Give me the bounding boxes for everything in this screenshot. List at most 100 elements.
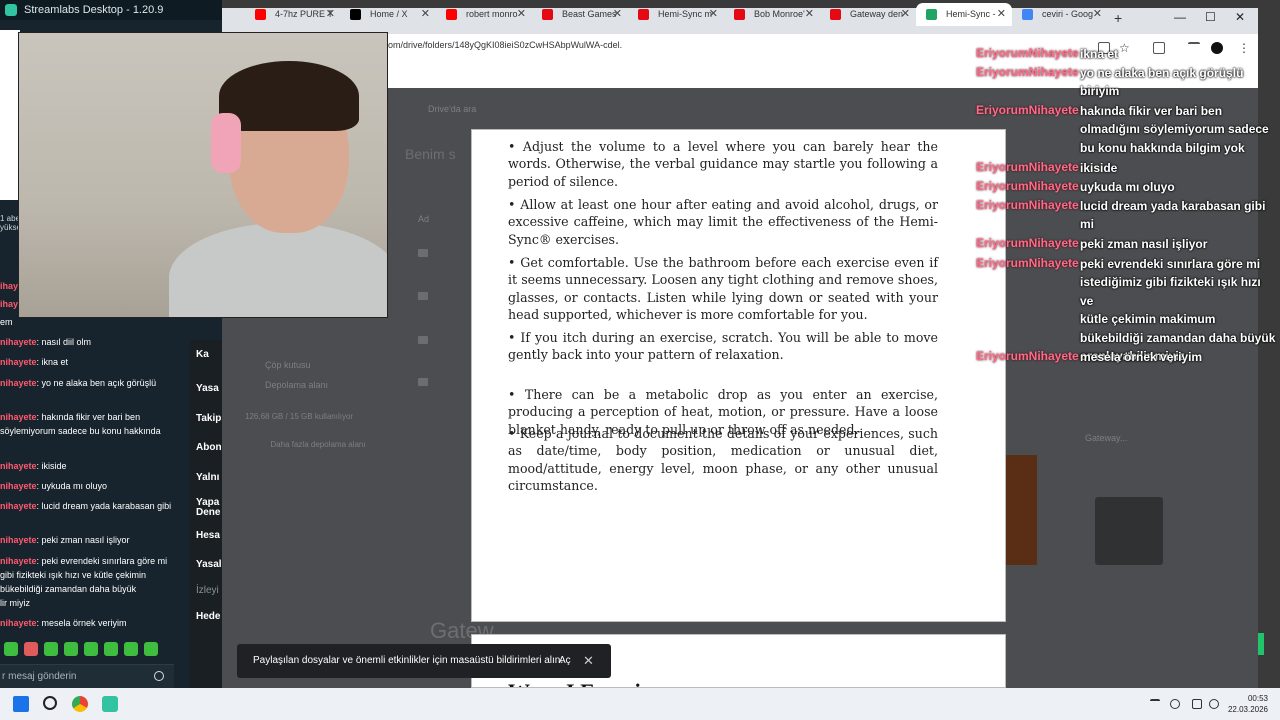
chat-username[interactable]: nihayete [0, 357, 37, 367]
overlay-chat-line: istediğimiz gibi fizikteki ışık hızı ve [1080, 275, 1261, 308]
pdf-page: • Adjust the volume to a level where you… [471, 129, 1006, 622]
tab-favicon-icon [638, 9, 649, 20]
browser-tab[interactable]: Hemi-Sync - ✕ [916, 3, 1012, 26]
start-icon[interactable] [13, 696, 29, 712]
streamlabs-sidebar-item[interactable]: Dene [196, 507, 220, 518]
tab-close-icon[interactable]: ✕ [517, 3, 526, 26]
chat-message: nihayete: nasıl diil olm [0, 335, 190, 349]
tab-label: robert monro [466, 9, 518, 19]
streamlabs-taskbar-icon[interactable] [102, 696, 118, 712]
chat-input-placeholder: r mesaj gönderin [2, 671, 77, 682]
display-icon[interactable] [1192, 699, 1202, 709]
file-thumbnail[interactable] [1095, 497, 1163, 565]
browser-tab[interactable]: 4-7hz PURE T ✕ [245, 3, 341, 26]
new-tab-icon[interactable]: + [1114, 10, 1122, 26]
overlay-chat-line: peki zman nasıl işliyor [1080, 236, 1208, 251]
tab-label: ceviri - Goog [1042, 9, 1094, 19]
streamlabs-sidebar-item[interactable]: Hesa [196, 530, 220, 541]
streamlabs-sidebar-item[interactable]: Ka [196, 349, 209, 360]
chat-username[interactable]: nihayete [0, 535, 37, 545]
tab-label: Gateway den [850, 9, 904, 19]
chat-message: gibi fizikteki ışık hızı ve kütle çekimi… [0, 568, 190, 582]
tab-close-icon[interactable]: ✕ [805, 3, 814, 26]
tab-favicon-icon [255, 9, 266, 20]
search-icon[interactable] [43, 696, 57, 710]
overlay-chat-username: EriyorumNihayete [976, 179, 1079, 193]
thumbnail-caption: Gateway... [1085, 433, 1128, 443]
webcam-person-shirt [169, 223, 387, 317]
address-bar[interactable]: om/drive/folders/148yQgKI08ieiS0zCwHSAbp… [388, 40, 622, 50]
overlay-chat-line: olmadığını söylemiyorum sadece [1080, 122, 1269, 136]
clock[interactable]: 00:53 22.03.2026 [1224, 693, 1268, 715]
chat-message-input[interactable]: r mesaj gönderin [0, 664, 174, 688]
chat-message: lir miyiz [0, 596, 190, 610]
close-icon[interactable]: ✕ [1235, 10, 1245, 24]
emote-icon[interactable] [44, 642, 58, 656]
folder-icon [418, 378, 428, 386]
tab-close-icon[interactable]: ✕ [613, 3, 622, 26]
emote-icon[interactable] [104, 642, 118, 656]
chat-username[interactable]: nihayete [0, 412, 37, 422]
chat-username[interactable]: nihayete [0, 501, 37, 511]
tab-close-icon[interactable]: ✕ [997, 3, 1006, 26]
overlay-chat-line: lucid dream yada karabasan gibi [1080, 198, 1266, 213]
emote-icon[interactable] [24, 642, 38, 656]
minimize-icon[interactable]: — [1174, 10, 1186, 24]
browser-tab[interactable]: Beast Games ✕ [532, 3, 628, 26]
emote-icon[interactable] [84, 642, 98, 656]
streamlabs-sidebar-item[interactable]: Yalnı [196, 472, 219, 483]
tab-close-icon[interactable]: ✕ [901, 3, 910, 26]
chat-message: nihayete: lucid dream yada karabasan gib… [0, 499, 190, 513]
browser-tab[interactable]: robert monro ✕ [436, 3, 532, 26]
streamlabs-sidebar-item[interactable]: Yasal [196, 559, 222, 570]
toast-close-icon[interactable]: ✕ [583, 644, 594, 678]
browser-tab[interactable]: Home / X ✕ [340, 3, 436, 26]
chat-username[interactable]: nihayete [0, 618, 37, 628]
volume-icon[interactable] [1209, 699, 1219, 709]
emote-icon[interactable] [64, 642, 78, 656]
drive-storage-button[interactable]: Daha fazla depolama alanı [268, 440, 368, 449]
browser-tab[interactable]: Bob Monroe' ✕ [724, 3, 820, 26]
taskbar: 00:53 22.03.2026 [0, 688, 1280, 720]
chat-message: bükebildiği zamandan daha büyük [0, 582, 190, 596]
folder-icon [418, 336, 428, 344]
maximize-icon[interactable]: ☐ [1205, 10, 1216, 24]
tab-close-icon[interactable]: ✕ [326, 3, 335, 26]
streamlabs-sidebar-item[interactable]: Takip [196, 413, 221, 424]
streamlabs-sidebar-item[interactable]: Yasa [196, 383, 219, 394]
tab-close-icon[interactable]: ✕ [1093, 3, 1102, 26]
tab-close-icon[interactable]: ✕ [709, 3, 718, 26]
tab-close-icon[interactable]: ✕ [421, 3, 430, 26]
toast-open-button[interactable]: Aç [559, 644, 571, 678]
chat-username[interactable]: nihayete [0, 337, 37, 347]
drive-search[interactable]: Drive'da ara [428, 104, 476, 114]
drive-side-item[interactable]: Depolama alanı [265, 380, 328, 390]
chrome-icon[interactable] [72, 696, 88, 712]
streamlabs-title: Streamlabs Desktop - 1.20.9 [24, 4, 164, 16]
overlay-chat-message: ikna et [1080, 45, 1276, 64]
emoji-icon[interactable] [154, 671, 164, 681]
chat-message: nihayete: uykuda mı oluyo [0, 479, 190, 493]
emote-icon[interactable] [124, 642, 138, 656]
overlay-chat-username: EriyorumNihayete [976, 198, 1079, 212]
emote-icon[interactable] [4, 642, 18, 656]
tray-chevron-icon[interactable] [1150, 699, 1160, 709]
streamlabs-sidebar-item[interactable]: İzleyi [196, 585, 219, 596]
browser-tab[interactable]: ceviri - Goog ✕ [1012, 3, 1108, 26]
chat-message: nihayete: peki zman nasıl işliyor [0, 533, 190, 547]
browser-tab[interactable]: Gateway den ✕ [820, 3, 916, 26]
chat-username[interactable]: nihayete [0, 378, 37, 388]
microphone-icon[interactable] [1170, 699, 1180, 709]
overlay-chat-line: mesela örnek veriyim [1080, 349, 1203, 364]
overlay-chat-line: bu konu hakkında bilgim yok [1080, 140, 1245, 155]
chat-text: : yo ne alaka ben açık görüşlü [36, 378, 157, 388]
chat-username[interactable]: nihayete [0, 461, 37, 471]
emote-icon[interactable] [144, 642, 158, 656]
drive-side-item[interactable]: Çöp kutusu [265, 360, 311, 370]
chat-username[interactable]: nihayete [0, 481, 37, 491]
browser-tab[interactable]: Hemi-Sync m ✕ [628, 3, 724, 26]
streamlabs-sidebar-item[interactable]: Abon [196, 442, 222, 453]
streamlabs-sidebar-item[interactable]: Hede [196, 611, 220, 622]
overlay-chat-username: EriyorumNihayete [976, 236, 1079, 250]
chat-username[interactable]: nihayete [0, 556, 37, 566]
